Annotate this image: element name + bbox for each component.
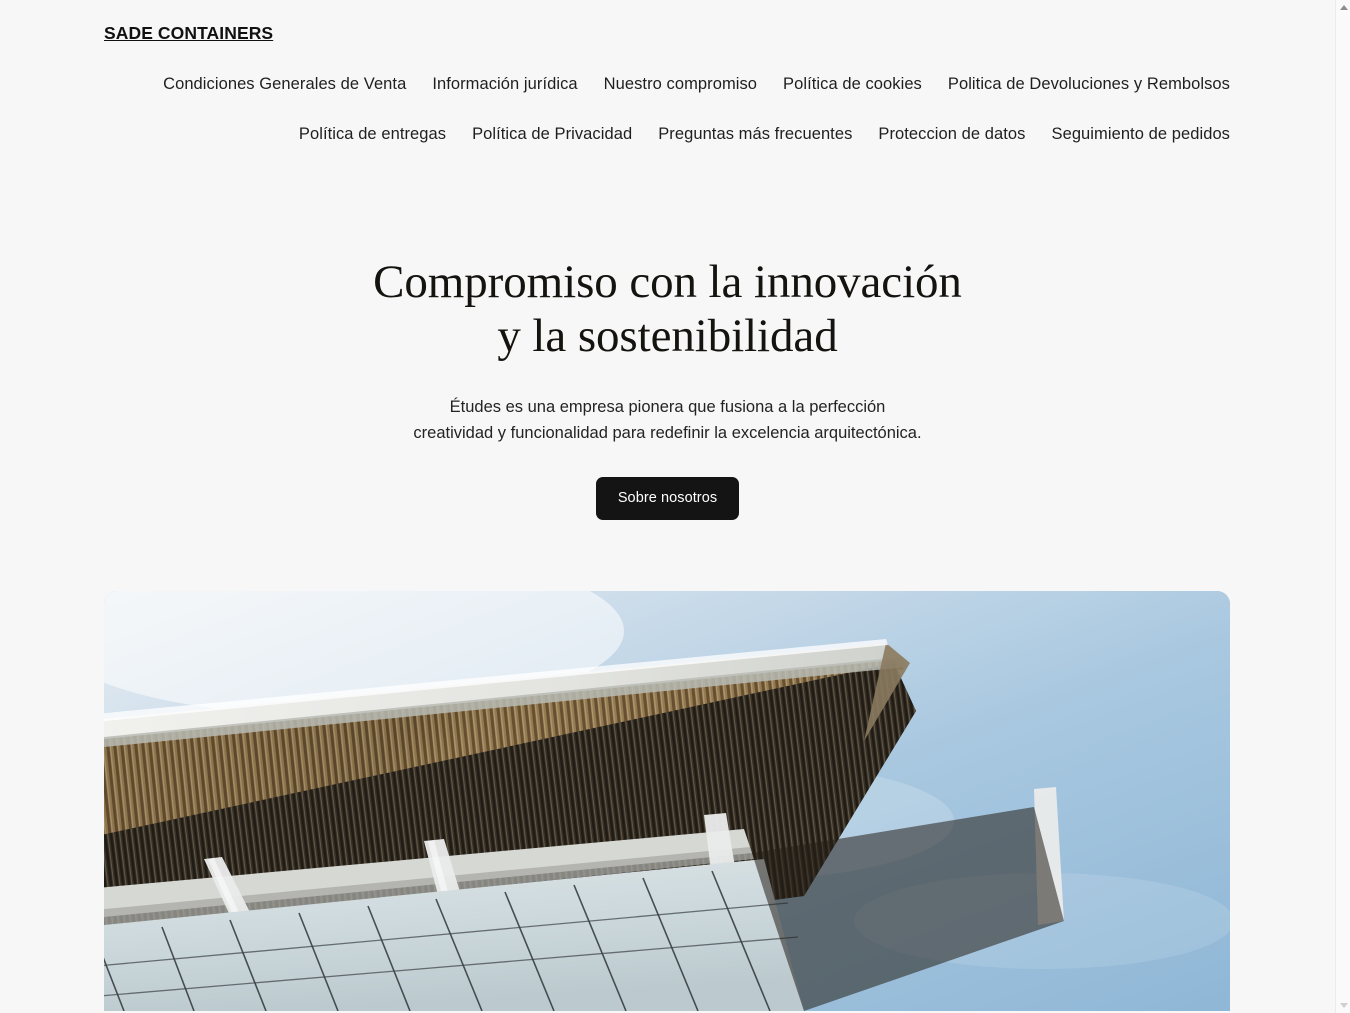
nav-link-condiciones-generales-de-venta[interactable]: Condiciones Generales de Venta [163, 59, 406, 109]
chevron-down-icon [1339, 1003, 1348, 1008]
chevron-up-icon [1339, 5, 1348, 10]
nav-link-politica-de-cookies[interactable]: Política de cookies [783, 59, 922, 109]
hero-image [104, 591, 1230, 1012]
site-logo[interactable]: SADE CONTAINERS [104, 22, 273, 45]
about-us-button[interactable]: Sobre nosotros [595, 476, 740, 521]
page-viewport: SADE CONTAINERS Condiciones Generales de… [0, 0, 1335, 1013]
hero-title-line-1: Compromiso con la innovación [373, 255, 962, 308]
hero-title-line-2: y la sostenibilidad [497, 309, 838, 362]
hero-subtitle: Études es una empresa pionera que fusion… [368, 394, 968, 446]
vertical-scrollbar[interactable] [1335, 0, 1350, 1013]
nav-link-informacion-juridica[interactable]: Información jurídica [432, 59, 577, 109]
hero-section: Compromiso con la innovación y la sosten… [0, 159, 1335, 521]
nav-link-proteccion-de-datos[interactable]: Proteccion de datos [878, 109, 1025, 159]
nav-link-politica-de-entregas[interactable]: Política de entregas [299, 109, 446, 159]
nav-link-politica-de-privacidad[interactable]: Política de Privacidad [472, 109, 632, 159]
nav-link-seguimiento-de-pedidos[interactable]: Seguimiento de pedidos [1052, 109, 1231, 159]
page-content: SADE CONTAINERS Condiciones Generales de… [0, 0, 1335, 1012]
nav-link-politica-de-devoluciones-y-rembolsos[interactable]: Politica de Devoluciones y Rembolsos [948, 59, 1230, 109]
site-header: SADE CONTAINERS Condiciones Generales de… [0, 0, 1335, 159]
nav-link-nuestro-compromiso[interactable]: Nuestro compromiso [604, 59, 757, 109]
hero-subtitle-line-2: creatividad y funcionalidad para redefin… [413, 423, 922, 442]
hero-title: Compromiso con la innovación y la sosten… [348, 255, 988, 362]
hero-image-illustration [104, 591, 1230, 1012]
scroll-down-arrow[interactable] [1336, 998, 1350, 1013]
scrollbar-track[interactable] [1336, 15, 1350, 998]
hero-subtitle-line-1: Études es una empresa pionera que fusion… [449, 397, 886, 416]
scroll-up-arrow[interactable] [1336, 0, 1350, 15]
hero-cta-wrapper: Sobre nosotros [0, 476, 1335, 521]
main-navigation: Condiciones Generales de Venta Informació… [104, 59, 1230, 159]
nav-link-preguntas-mas-frecuentes[interactable]: Preguntas más frecuentes [658, 109, 852, 159]
